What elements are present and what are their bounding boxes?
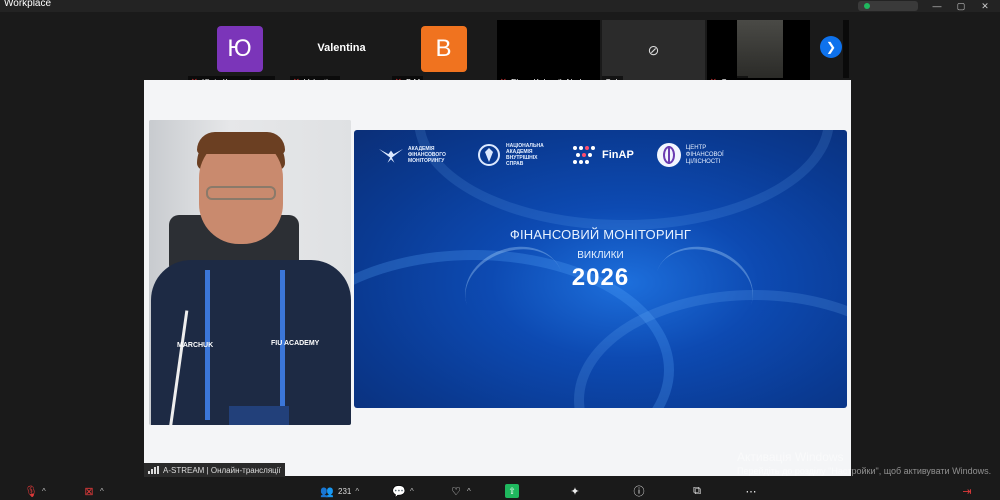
activation-title: Активація Windows bbox=[737, 450, 844, 464]
avatar: Ю bbox=[216, 26, 263, 72]
participant-display-name: Valentina bbox=[317, 42, 366, 54]
participants-count: 231 bbox=[338, 486, 352, 496]
close-icon[interactable]: ✕ bbox=[980, 1, 990, 11]
emblem-icon bbox=[476, 142, 502, 168]
naus-logo: НАЦІОНАЛЬНА АКАДЕМІЯ ВНУТРІШНІХ СПРАВ bbox=[476, 142, 550, 168]
glasses bbox=[206, 186, 276, 200]
chevron-up-icon[interactable]: ^ bbox=[355, 487, 359, 496]
slide-subtitle: ВИКЛИКИ bbox=[577, 250, 624, 261]
leave-button[interactable]: ⇥ bbox=[960, 484, 974, 498]
participants-button[interactable]: 👥 231 ^ bbox=[320, 484, 359, 498]
heart-icon: ♡ bbox=[451, 485, 461, 498]
window-controls: — ▢ ✕ bbox=[858, 0, 990, 12]
next-page-button[interactable]: ❯ bbox=[820, 36, 842, 58]
apps-button[interactable]: ⧉ bbox=[690, 484, 704, 498]
participant-gallery: Ю ✕ Юлія Ковернінська Valentina ✕ Valent… bbox=[0, 12, 1000, 90]
video-button[interactable]: ⊠ ^ bbox=[82, 484, 104, 498]
eagle-icon bbox=[378, 142, 404, 168]
apps-icon: ⧉ bbox=[693, 484, 701, 497]
leave-icon: ⇥ bbox=[962, 485, 972, 498]
mute-button[interactable]: 🎙 ^ bbox=[24, 484, 46, 498]
security-status-icon[interactable] bbox=[858, 1, 918, 11]
title-bar: Workplace — ▢ ✕ bbox=[0, 0, 1000, 12]
finap-logo: FinAP bbox=[572, 142, 634, 168]
chevron-up-icon[interactable]: ^ bbox=[42, 487, 46, 496]
windows-activation-watermark: Активація Windows Перейдіть до розділу "… bbox=[737, 450, 991, 477]
badge-text-right: FIU ACADEMY bbox=[271, 340, 320, 347]
info-icon: ⓘ bbox=[633, 486, 645, 498]
shared-screen: MARCHUK FIU ACADEMY АКАДЕМІЯ ФІНАНСОВОГО… bbox=[144, 80, 851, 476]
slide-logos: АКАДЕМІЯ ФІНАНСОВОГО МОНІТОРИНГУ НАЦІОНА… bbox=[378, 138, 837, 172]
presentation-slide: АКАДЕМІЯ ФІНАНСОВОГО МОНІТОРИНГУ НАЦІОНА… bbox=[354, 130, 847, 408]
participants-icon: 👥 bbox=[320, 485, 334, 498]
chevron-up-icon[interactable]: ^ bbox=[467, 487, 471, 496]
speaker-video: MARCHUK FIU ACADEMY bbox=[149, 120, 351, 425]
lectern bbox=[229, 406, 289, 425]
gallery-edge bbox=[843, 20, 849, 78]
chevron-up-icon[interactable]: ^ bbox=[100, 487, 104, 496]
mic-off-icon: 🎙 bbox=[24, 485, 38, 498]
video-off-icon: ⊘ bbox=[647, 42, 660, 58]
chat-icon: 💬 bbox=[392, 485, 406, 498]
activation-line: Перейдіть до розділу "Настройки", щоб ак… bbox=[737, 466, 992, 476]
reactions-button[interactable]: ♡ ^ bbox=[449, 484, 471, 498]
slide-title: ФІНАНСОВИЙ МОНІТОРИНГ bbox=[509, 227, 692, 242]
dots-icon bbox=[572, 142, 598, 168]
maximize-icon[interactable]: ▢ bbox=[956, 1, 966, 11]
integrity-icon bbox=[656, 142, 682, 168]
app-title: Workplace bbox=[4, 0, 52, 9]
ai-companion-button[interactable]: ✦ bbox=[568, 484, 582, 498]
more-icon: ⋯ bbox=[745, 485, 757, 498]
share-screen-icon: ⇧ bbox=[505, 484, 519, 498]
avatar: В bbox=[420, 26, 467, 72]
signal-icon bbox=[148, 466, 159, 474]
video-off-icon: ⊠ bbox=[84, 485, 94, 498]
chevron-up-icon[interactable]: ^ bbox=[410, 487, 414, 496]
stream-label-text: A-STREAM | Онлайн-трансляції bbox=[163, 465, 281, 475]
minimize-icon[interactable]: — bbox=[932, 1, 942, 11]
share-button[interactable]: ⇧ bbox=[505, 484, 519, 498]
chat-button[interactable]: 💬 ^ bbox=[392, 484, 414, 498]
participant-video bbox=[737, 20, 783, 78]
more-button[interactable]: ⋯ bbox=[744, 484, 758, 498]
center-logo: ЦЕНТР ФІНАНСОВОЇ ЦІЛІСНОСТІ bbox=[656, 142, 742, 168]
slide-year: 2026 bbox=[571, 264, 630, 291]
academy-logo: АКАДЕМІЯ ФІНАНСОВОГО МОНІТОРИНГУ bbox=[378, 142, 454, 168]
sparkle-icon: ✦ bbox=[570, 485, 580, 498]
stream-label: A-STREAM | Онлайн-трансляції bbox=[144, 463, 285, 477]
badge-text-left: MARCHUK bbox=[177, 342, 214, 349]
info-button[interactable]: ⓘ bbox=[632, 484, 646, 498]
meeting-toolbar: 🎙 ^ ⊠ ^ 👥 231 ^ 💬 ^ ♡ ^ ⇧ ✦ ⓘ ⧉ ⋯ ⇥ bbox=[0, 482, 1000, 500]
